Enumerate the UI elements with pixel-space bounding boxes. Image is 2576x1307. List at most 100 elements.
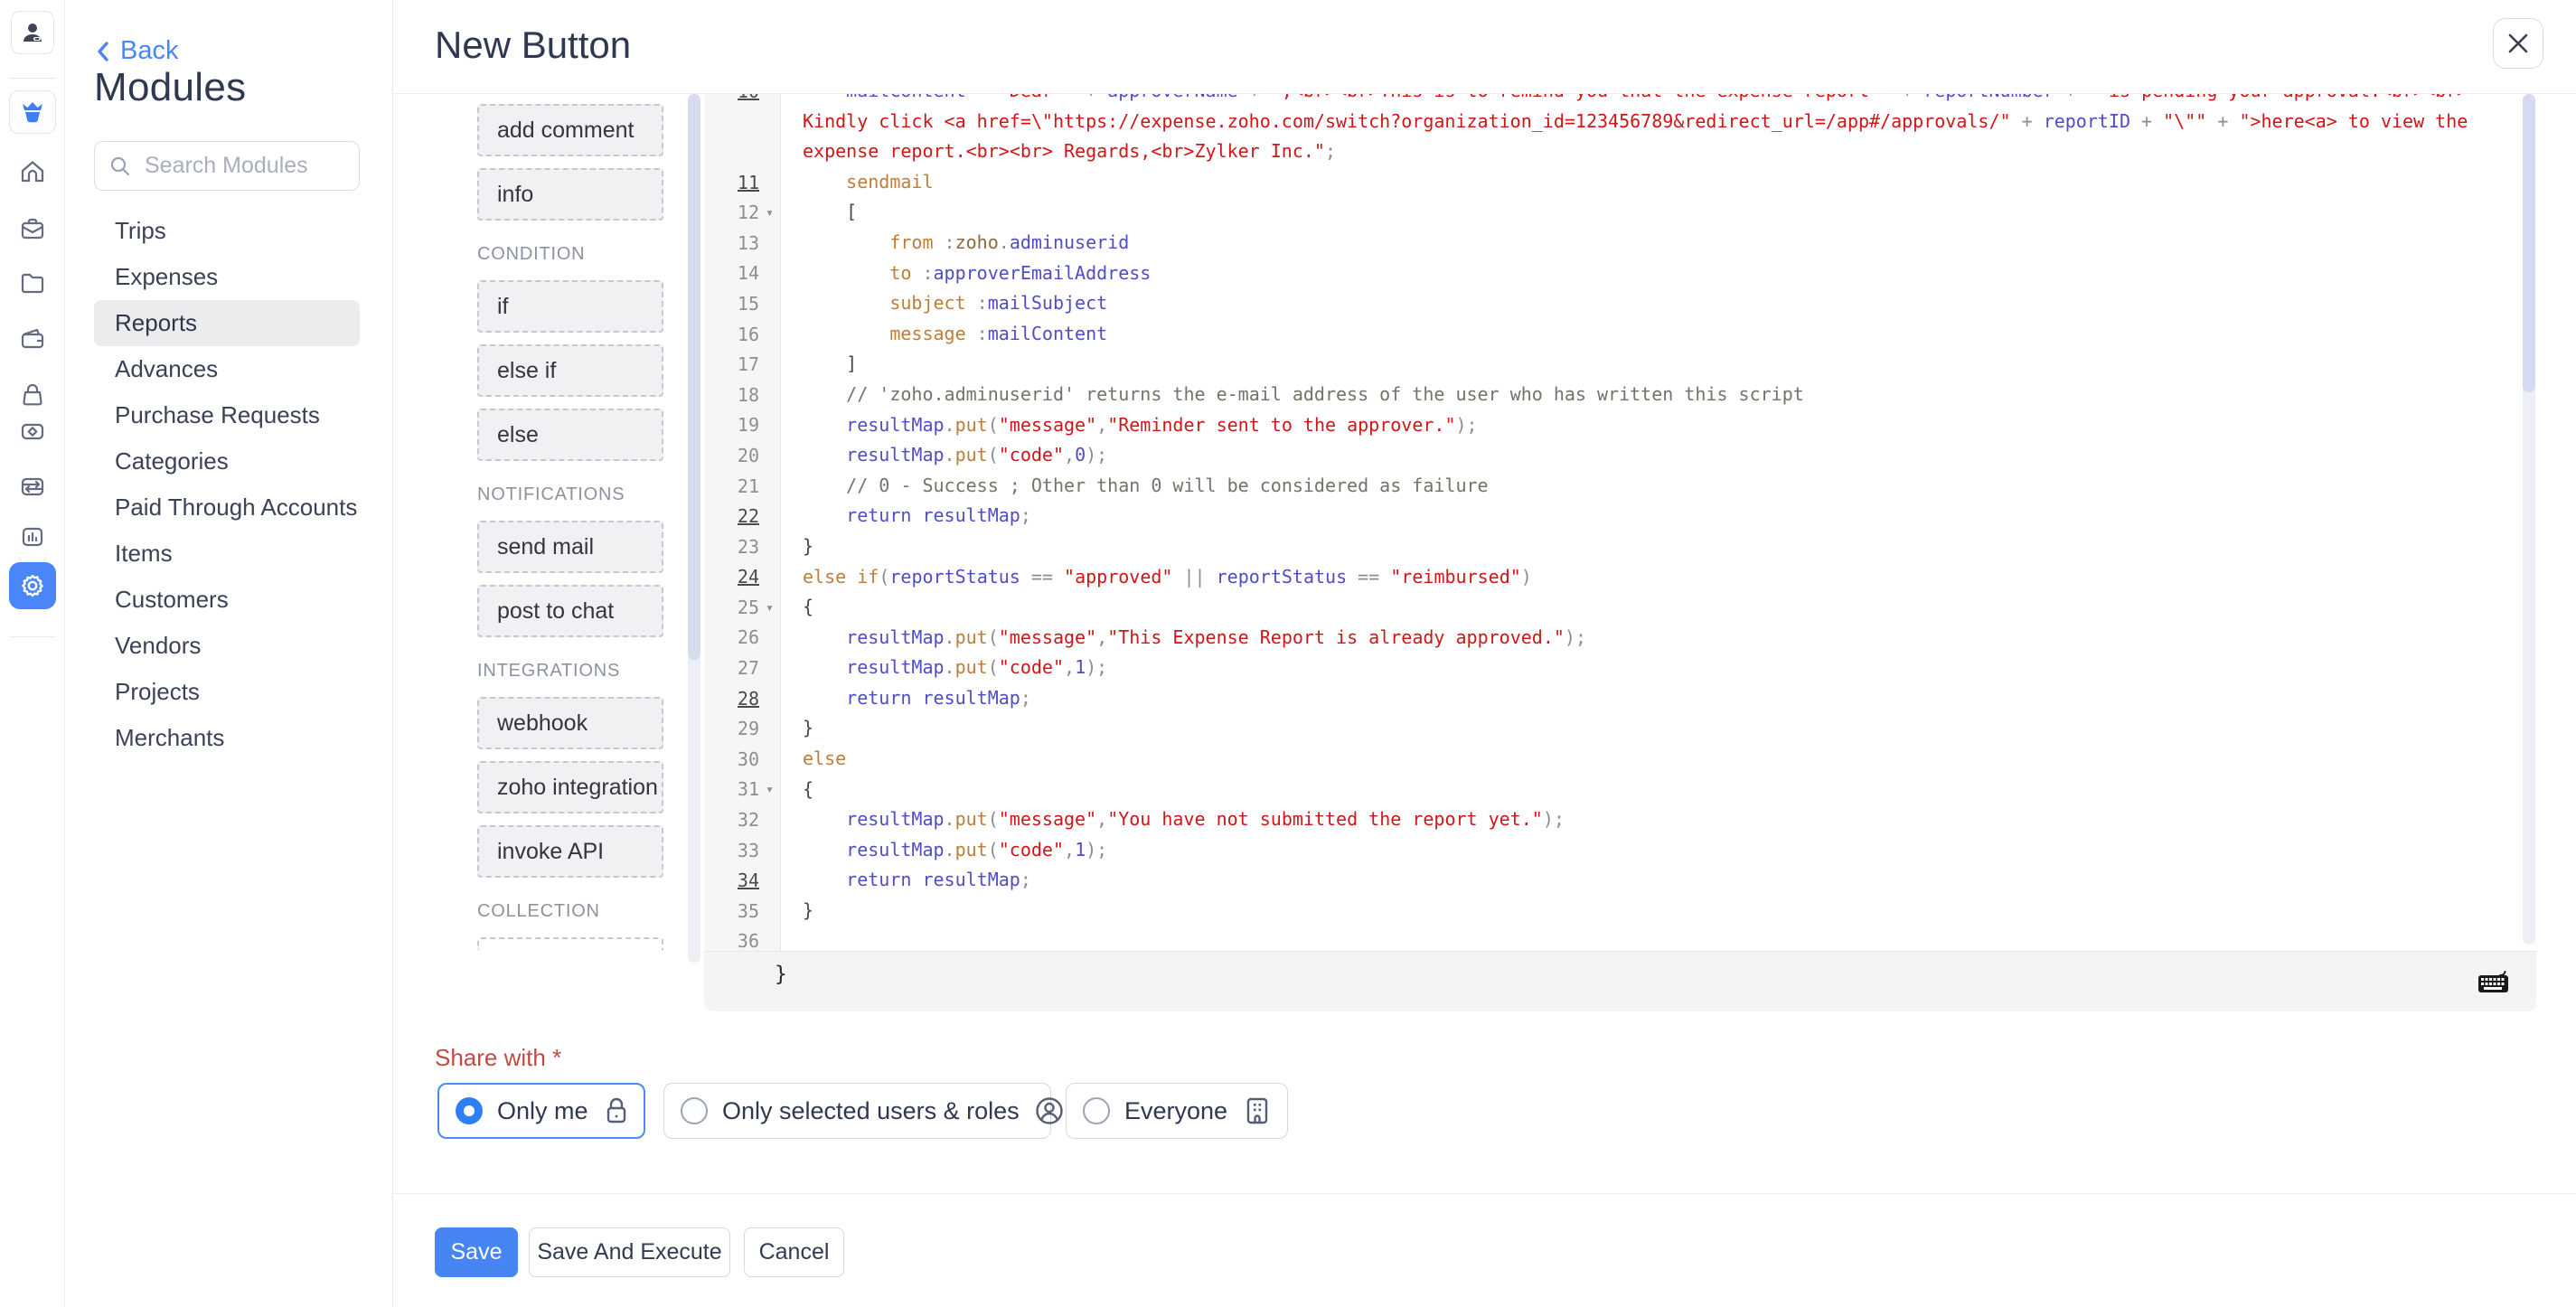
radio-only-me[interactable] [456, 1097, 483, 1124]
purchases-bag-icon[interactable] [19, 381, 46, 409]
line-number-14[interactable]: 14 [738, 262, 764, 284]
palette-block-webhook[interactable]: webhook [477, 697, 663, 749]
cancel-button[interactable]: Cancel [744, 1227, 844, 1277]
line-number-23[interactable]: 23 [738, 536, 764, 558]
line-number-24[interactable]: 24 [738, 566, 764, 588]
sidebar-item-items[interactable]: Items [94, 531, 360, 577]
home-icon[interactable] [19, 158, 46, 185]
wallet-icon[interactable] [19, 325, 46, 353]
code-line: 15 subject :mailSubject [704, 288, 2523, 319]
back-button[interactable]: Back [95, 36, 178, 66]
module-search[interactable] [94, 141, 360, 191]
fold-arrow-icon[interactable]: ▾ [764, 204, 781, 221]
line-number-15[interactable]: 15 [738, 293, 764, 315]
code-text: resultMap.put("code",1); [781, 653, 1107, 683]
crown-icon [19, 99, 46, 126]
save-button[interactable]: Save [435, 1227, 518, 1277]
share-option-selected-users[interactable]: Only selected users & roles [663, 1083, 1051, 1139]
fold-arrow-icon[interactable]: ▾ [764, 781, 781, 797]
sidebar-item-trips[interactable]: Trips [94, 208, 360, 254]
required-asterisk: * [552, 1044, 561, 1071]
line-number-12[interactable]: 12 [738, 202, 764, 223]
line-number-20[interactable]: 20 [738, 445, 764, 466]
line-number-29[interactable]: 29 [738, 718, 764, 739]
palette-block-invoke-api[interactable]: invoke API [477, 825, 663, 878]
share-with-label: Share with * [435, 1044, 561, 1072]
user-avatar[interactable] [11, 11, 54, 54]
expenses-folder-icon[interactable] [19, 269, 46, 296]
code-text: to :approverEmailAddress [781, 259, 1151, 289]
line-number-28[interactable]: 28 [738, 688, 764, 710]
trips-briefcase-icon[interactable] [19, 215, 46, 242]
palette-block-post-to-chat[interactable]: post to chat [477, 585, 663, 637]
line-number-18[interactable]: 18 [738, 384, 764, 406]
share-option-everyone[interactable]: Everyone [1066, 1083, 1288, 1139]
palette-scrollbar-thumb[interactable] [688, 94, 700, 660]
line-number-31[interactable]: 31 [738, 778, 764, 800]
code-text: from :zoho.adminuserid [781, 228, 1129, 259]
app-icon-rail [0, 0, 65, 1307]
radio-selected-users[interactable] [681, 1097, 708, 1124]
line-number-36[interactable]: 36 [738, 930, 764, 951]
code-line: 34 return resultMap; [704, 865, 2523, 896]
line-number-21[interactable]: 21 [738, 475, 764, 497]
line-number-22[interactable]: 22 [738, 505, 764, 527]
code-area[interactable]: 10 mailContent = "Dear " + approverName … [704, 94, 2523, 951]
sidebar-item-reports[interactable]: Reports [94, 300, 360, 346]
transactions-card-icon[interactable] [19, 473, 46, 500]
code-text: return resultMap; [781, 683, 1031, 714]
palette-block-partial[interactable] [477, 937, 663, 950]
save-and-execute-button[interactable]: Save And Execute [529, 1227, 730, 1277]
code-text: resultMap.put("message","Reminder sent t… [781, 410, 1478, 441]
code-line: 13 from :zoho.adminuserid [704, 228, 2523, 259]
line-number-16[interactable]: 16 [738, 324, 764, 345]
line-number-25[interactable]: 25 [738, 597, 764, 618]
zoho-expense-logo[interactable] [9, 90, 56, 134]
radio-everyone[interactable] [1083, 1097, 1110, 1124]
line-number-10[interactable]: 10 [738, 94, 764, 102]
palette-block-else-if[interactable]: else if [477, 344, 663, 397]
line-number-11[interactable]: 11 [738, 172, 764, 193]
code-line: 26 resultMap.put("message","This Expense… [704, 623, 2523, 654]
line-number-26[interactable]: 26 [738, 626, 764, 648]
sidebar-item-expenses[interactable]: Expenses [94, 254, 360, 300]
sidebar-item-customers[interactable]: Customers [94, 577, 360, 623]
card-view-icon[interactable] [19, 418, 46, 445]
palette-block-send-mail[interactable]: send mail [477, 521, 663, 573]
line-number-30[interactable]: 30 [738, 748, 764, 770]
sidebar-item-categories[interactable]: Categories [94, 438, 360, 484]
sidebar-item-merchants[interactable]: Merchants [94, 715, 360, 761]
editor-scrollbar-thumb[interactable] [2523, 94, 2535, 392]
keyboard-icon[interactable] [2475, 968, 2511, 995]
line-number-34[interactable]: 34 [738, 870, 764, 891]
line-number-33[interactable]: 33 [738, 840, 764, 861]
sidebar-item-paid-through-accounts[interactable]: Paid Through Accounts [94, 484, 360, 531]
user-circle-icon [1034, 1095, 1065, 1126]
line-number-35[interactable]: 35 [738, 900, 764, 922]
sidebar-title: Modules [94, 65, 246, 110]
share-option-only-me[interactable]: Only me [437, 1083, 645, 1139]
code-line: 31▾{ [704, 775, 2523, 805]
palette-block-if[interactable]: if [477, 280, 663, 333]
palette-block-else[interactable]: else [477, 409, 663, 461]
palette-block-zoho-integration[interactable]: zoho integration [477, 761, 663, 813]
analytics-chart-icon[interactable] [19, 523, 46, 550]
line-number-19[interactable]: 19 [738, 414, 764, 436]
code-text: resultMap.put("message","This Expense Re… [781, 623, 1586, 654]
sidebar-item-projects[interactable]: Projects [94, 669, 360, 715]
close-button[interactable] [2493, 18, 2543, 69]
line-number-32[interactable]: 32 [738, 809, 764, 831]
line-number-27[interactable]: 27 [738, 657, 764, 679]
palette-block-info[interactable]: info [477, 168, 663, 221]
sidebar-item-vendors[interactable]: Vendors [94, 623, 360, 669]
code-text: // 'zoho.adminuserid' returns the e-mail… [781, 380, 1804, 410]
palette-block-add-comment[interactable]: add comment [477, 104, 663, 156]
line-number-13[interactable]: 13 [738, 232, 764, 254]
fold-arrow-icon[interactable]: ▾ [764, 599, 781, 616]
settings-gear-active[interactable] [9, 562, 56, 609]
line-number-17[interactable]: 17 [738, 353, 764, 375]
search-input[interactable] [143, 152, 342, 180]
sidebar-item-purchase-requests[interactable]: Purchase Requests [94, 392, 360, 438]
code-text: } [781, 713, 813, 744]
sidebar-item-advances[interactable]: Advances [94, 346, 360, 392]
